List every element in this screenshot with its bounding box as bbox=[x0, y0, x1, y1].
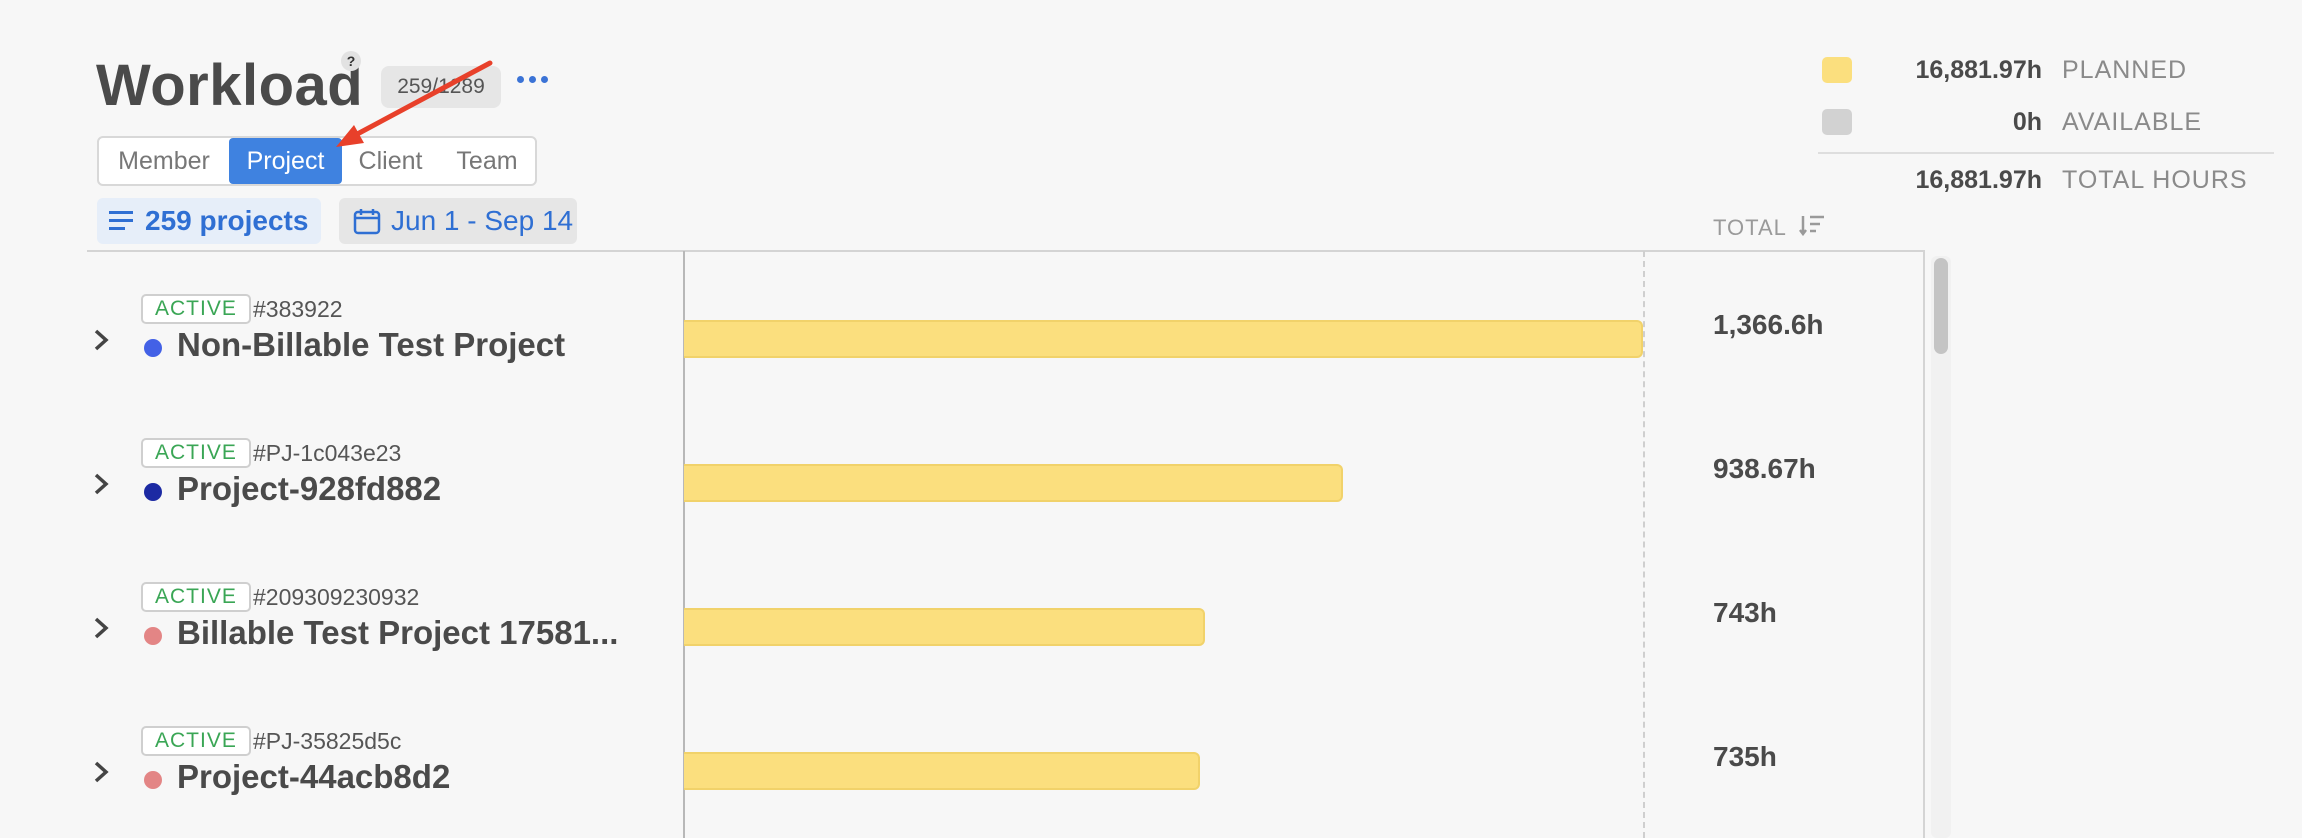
date-range-label: Jun 1 - Sep 14 bbox=[391, 205, 574, 236]
table-row: ACTIVE #209309230932 Billable Test Proje… bbox=[0, 540, 1925, 684]
total-hours-label: TOTAL HOURS bbox=[2062, 165, 2248, 194]
project-color-dot bbox=[144, 771, 162, 789]
planned-label: PLANNED bbox=[2062, 55, 2188, 84]
scrollbar-thumb[interactable] bbox=[1934, 258, 1948, 354]
total-hours-value: 16,881.97h bbox=[1915, 165, 2043, 194]
row-total-hours: 1,366.6h bbox=[1713, 309, 1824, 340]
project-color-dot bbox=[144, 627, 162, 645]
annotation-arrow-icon bbox=[336, 60, 493, 147]
project-id: #PJ-35825d5c bbox=[253, 728, 402, 754]
status-badge: ACTIVE bbox=[141, 438, 251, 468]
expand-chevron-icon[interactable] bbox=[90, 760, 112, 789]
table-row: ACTIVE #PJ-1c043e23 Project-928fd882 938… bbox=[0, 396, 1925, 540]
expand-chevron-icon[interactable] bbox=[90, 328, 112, 357]
list-icon bbox=[109, 210, 135, 232]
row-total-hours: 735h bbox=[1713, 741, 1777, 772]
project-name[interactable]: Project-928fd882 bbox=[177, 470, 441, 508]
status-badge: ACTIVE bbox=[141, 294, 251, 324]
planned-hours-bar[interactable] bbox=[684, 464, 1343, 502]
project-name[interactable]: Project-44acb8d2 bbox=[177, 758, 450, 796]
planned-hours-bar[interactable] bbox=[684, 752, 1200, 790]
row-total-hours: 743h bbox=[1713, 597, 1777, 628]
planned-swatch bbox=[1822, 57, 1852, 83]
projects-filter-label: 259 projects bbox=[145, 205, 309, 236]
status-badge: ACTIVE bbox=[141, 582, 251, 612]
legend-total-hours: 16,881.97h TOTAL HOURS bbox=[1822, 162, 2248, 198]
legend-available: 0h AVAILABLE bbox=[1822, 104, 2202, 140]
table-row: ACTIVE #383922 Non-Billable Test Project… bbox=[0, 252, 1925, 396]
expand-chevron-icon[interactable] bbox=[90, 616, 112, 645]
more-options-icon[interactable] bbox=[517, 76, 548, 83]
status-badge: ACTIVE bbox=[141, 726, 251, 756]
planned-hours-bar[interactable] bbox=[684, 320, 1643, 358]
legend-planned: 16,881.97h PLANNED bbox=[1822, 52, 2187, 88]
expand-chevron-icon[interactable] bbox=[90, 472, 112, 501]
project-color-dot bbox=[144, 483, 162, 501]
project-id: #PJ-1c043e23 bbox=[253, 440, 402, 466]
tab-member[interactable]: Member bbox=[99, 138, 229, 184]
available-swatch bbox=[1822, 109, 1852, 135]
sort-icon[interactable] bbox=[1798, 214, 1825, 242]
calendar-icon bbox=[353, 207, 381, 235]
table-row: ACTIVE #PJ-35825d5c Project-44acb8d2 735… bbox=[0, 684, 1925, 828]
project-color-dot bbox=[144, 339, 162, 357]
available-label: AVAILABLE bbox=[2062, 107, 2203, 136]
legend-divider bbox=[1818, 152, 2274, 154]
planned-hours-bar[interactable] bbox=[684, 608, 1205, 646]
total-column-header[interactable]: TOTAL bbox=[1713, 214, 1825, 242]
project-id: #383922 bbox=[253, 296, 343, 322]
projects-filter-button[interactable]: 259 projects bbox=[97, 198, 321, 244]
project-name[interactable]: Billable Test Project 17581... bbox=[177, 614, 617, 652]
date-range-button[interactable]: Jun 1 - Sep 14 bbox=[339, 198, 577, 244]
available-value: 0h bbox=[2012, 107, 2042, 136]
workload-page: Workload ? 259/1289 Member Project Clien… bbox=[0, 0, 2302, 838]
row-total-hours: 938.67h bbox=[1713, 453, 1816, 484]
project-id: #209309230932 bbox=[253, 584, 420, 610]
planned-value: 16,881.97h bbox=[1915, 55, 2043, 84]
project-name[interactable]: Non-Billable Test Project bbox=[177, 326, 565, 364]
total-header-label: TOTAL bbox=[1713, 215, 1787, 240]
